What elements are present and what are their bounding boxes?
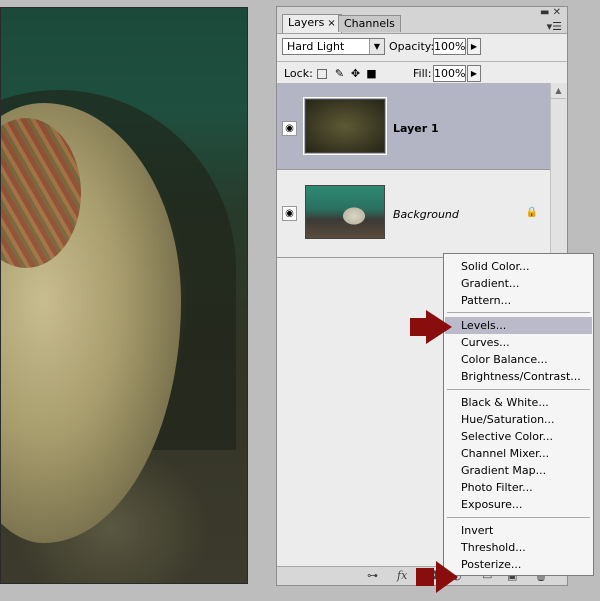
red-pointer-arrow-icon (410, 310, 452, 344)
blend-row: Hard Light ▼ Opacity: 100% ▶ (277, 34, 567, 61)
lock-row: Lock: ✎ ✥ ■ Fill: 100% ▶ (277, 62, 567, 84)
tab-layers-label: Layers (288, 16, 325, 29)
fill-slider-arrow-icon[interactable]: ▶ (467, 65, 481, 82)
fill-input[interactable]: 100% (433, 65, 466, 82)
layer-row-layer-1[interactable]: ◉ Layer 1 (277, 84, 552, 170)
panel-menu-icon[interactable]: ▾☰ (547, 21, 562, 32)
blend-mode-select[interactable]: Hard Light ▼ (282, 38, 385, 55)
menu-item-selective-color[interactable]: Selective Color... (445, 428, 592, 445)
layer-name[interactable]: Background (393, 208, 459, 221)
scroll-up-icon[interactable]: ▲ (551, 83, 566, 99)
layer-row-background[interactable]: ◉ Background 🔒 (277, 170, 552, 258)
menu-item-channel-mixer[interactable]: Channel Mixer... (445, 445, 592, 462)
move-lock-icon[interactable]: ✥ (350, 68, 361, 79)
tab-layers[interactable]: Layers × (282, 14, 342, 33)
menu-item-brightness-contrast[interactable]: Brightness/Contrast... (445, 368, 592, 385)
fx-icon[interactable]: fx (397, 569, 407, 582)
image-canvas[interactable] (0, 7, 248, 584)
opacity-label: Opacity: (389, 40, 435, 53)
red-pointer-arrow-icon (416, 561, 458, 593)
blend-mode-value: Hard Light (287, 40, 345, 53)
layer-thumbnail[interactable] (305, 185, 385, 239)
lock-icon: 🔒 (525, 207, 538, 218)
menu-item-photo-filter[interactable]: Photo Filter... (445, 479, 592, 496)
menu-item-color-balance[interactable]: Color Balance... (445, 351, 592, 368)
menu-divider (447, 312, 590, 313)
menu-item-levels[interactable]: Levels... (445, 317, 592, 334)
brush-lock-icon[interactable]: ✎ (334, 68, 345, 79)
transparent-pixels-lock-icon[interactable] (317, 69, 327, 79)
link-icon[interactable]: ⊶ (367, 569, 378, 582)
opacity-input[interactable]: 100% (433, 38, 466, 55)
padlock-icon[interactable]: ■ (366, 68, 377, 79)
menu-item-exposure[interactable]: Exposure... (445, 496, 592, 513)
menu-divider (447, 517, 590, 518)
close-tab-icon[interactable]: × (327, 18, 335, 29)
menu-item-gradient-map[interactable]: Gradient Map... (445, 462, 592, 479)
lock-label: Lock: (284, 67, 313, 80)
menu-item-invert[interactable]: Invert (445, 522, 592, 539)
tab-channels-label: Channels (344, 17, 395, 30)
menu-item-posterize[interactable]: Posterize... (445, 556, 592, 573)
menu-item-solid-color[interactable]: Solid Color... (445, 258, 592, 275)
tab-channels[interactable]: Channels (338, 15, 401, 32)
eye-icon[interactable]: ◉ (282, 206, 297, 221)
close-icon[interactable]: ✕ (553, 7, 561, 18)
menu-item-threshold[interactable]: Threshold... (445, 539, 592, 556)
fill-label: Fill: (413, 67, 432, 80)
eye-icon[interactable]: ◉ (282, 121, 297, 136)
chevron-down-icon[interactable]: ▼ (369, 39, 384, 54)
menu-item-curves[interactable]: Curves... (445, 334, 592, 351)
minimize-icon[interactable]: ▬ (540, 7, 549, 18)
menu-item-hue-saturation[interactable]: Hue/Saturation... (445, 411, 592, 428)
menu-divider (447, 389, 590, 390)
adjustment-layer-menu: Solid Color... Gradient... Pattern... Le… (443, 253, 594, 576)
panel-tab-bar: Layers × Channels ▬ ✕ ▾☰ (277, 7, 567, 34)
opacity-slider-arrow-icon[interactable]: ▶ (467, 38, 481, 55)
window-controls: ▬ ✕ (540, 8, 561, 18)
layers-scrollbar[interactable]: ▲ (550, 83, 567, 258)
layer-name[interactable]: Layer 1 (393, 122, 439, 135)
menu-item-black-white[interactable]: Black & White... (445, 394, 592, 411)
layer-thumbnail[interactable] (303, 97, 387, 155)
menu-item-gradient[interactable]: Gradient... (445, 275, 592, 292)
menu-item-pattern[interactable]: Pattern... (445, 292, 592, 309)
